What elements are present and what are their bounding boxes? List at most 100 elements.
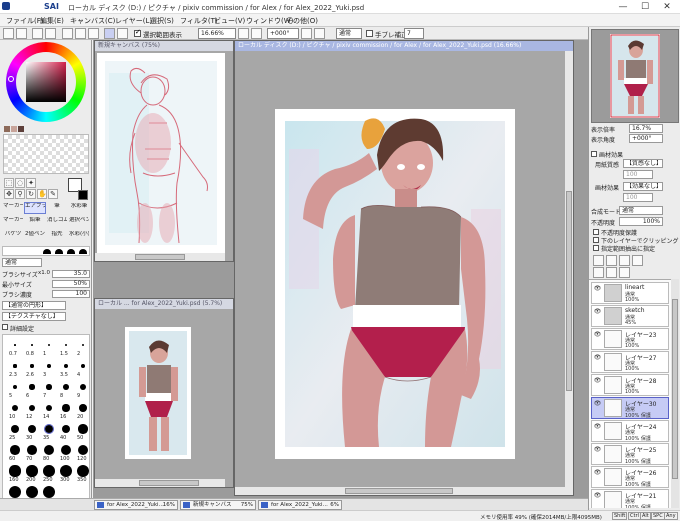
brush-size-dot[interactable] [45,404,53,412]
brush-size-dot[interactable] [80,363,86,369]
reference-checkbox[interactable] [593,245,599,251]
brush-size-value[interactable]: 35.0 [52,270,90,278]
canvas-tab[interactable]: for Alex_2022_Yuki... 16% [94,500,178,510]
zoom-out-icon[interactable] [238,28,249,39]
selection-display-checkbox[interactable] [134,28,141,37]
visibility-eye-icon[interactable]: 👁 [593,331,602,339]
min-size-value[interactable]: 50% [52,280,90,288]
move-tool-icon[interactable]: ✥ [4,189,14,199]
h-scroll-thumb[interactable] [345,488,453,494]
visibility-eye-icon[interactable]: 👁 [593,423,602,431]
brush-size-dot[interactable] [26,465,38,477]
brush-size-dot[interactable] [31,344,33,346]
eyedropper-icon[interactable]: ✎ [48,189,58,199]
zoom-tool-icon[interactable]: ⚲ [15,189,25,199]
tool-watercolor-small[interactable]: 水彩(小) [68,230,90,242]
visibility-eye-icon[interactable]: 👁 [593,285,602,293]
tool-binary-pen[interactable]: 2値ペン [24,230,46,242]
canvas-paper[interactable] [97,53,225,253]
brush-size-dot[interactable] [60,465,72,477]
brush-texture-select[interactable]: 【テクスチャなし】 [2,312,66,321]
detail-settings-toggle[interactable] [2,324,8,330]
lasso-icon[interactable]: ◌ [15,178,25,188]
brush-size-dot[interactable] [13,364,17,368]
brush-size-dot[interactable] [27,445,37,455]
brush-size-dot[interactable] [46,384,52,390]
brush-size-dot[interactable] [63,384,69,390]
paper-texture-select[interactable]: 【質感なし】 [623,159,663,168]
brush-size-dot[interactable] [9,486,21,498]
min-size-row[interactable]: 最小サイズ 50% [2,280,90,289]
layer-row[interactable]: 👁 レイヤー26 通常 100% 保護 [591,466,669,488]
brush-size-dot[interactable] [61,424,71,434]
brush-mode-select[interactable]: 通常 [2,258,42,267]
visibility-eye-icon[interactable]: 👁 [593,400,602,408]
paper-effect-strength[interactable]: 100 [623,193,653,202]
new-linework-layer-icon[interactable] [606,255,617,266]
opacity-protect-checkbox[interactable] [593,229,599,235]
swatch[interactable] [18,126,24,132]
h-scroll-thumb[interactable] [139,480,199,486]
brush-size-dot[interactable] [27,424,37,434]
blend-mode-select[interactable]: 通常 [336,28,362,39]
canvas-window-new[interactable]: 新規キャンバス (75%) [94,40,234,262]
rotate-left-icon[interactable] [301,28,312,39]
layer-row[interactable]: 👁 レイヤー25 通常 100% 保護 [591,443,669,465]
brush-size-dot[interactable] [11,425,19,433]
brush-size-dot[interactable] [47,343,51,347]
brush-size-dot[interactable] [11,404,19,412]
brush-size-dot[interactable] [43,486,55,498]
menu-layer[interactable]: レイヤー(L) [115,16,152,26]
close-button[interactable]: ✕ [656,0,678,14]
paper-texture-strength[interactable]: 100 [623,170,653,179]
tool-watercolor[interactable]: 水彩筆 [68,202,90,214]
canvas-tab[interactable]: for Alex_2022_Yuki... 6% [258,500,342,510]
brush-size-mult[interactable]: x1.0 [38,270,50,276]
brush-size-dot[interactable] [64,343,68,347]
menu-filter[interactable]: フィルタ(T) [180,16,218,26]
layer-scroll-thumb[interactable] [672,299,678,479]
h-scroll-thumb[interactable] [135,254,185,260]
visibility-eye-icon[interactable]: 👁 [593,308,602,316]
brush-size-row[interactable]: ブラシサイズ x1.0 35.0 [2,270,90,279]
canvas-window-title[interactable]: ローカル ... for Alex_2022_Yuki.psd (5.7%) [95,299,233,309]
layer-row[interactable]: 👁 レイヤー27 通常 100% [591,351,669,373]
tool-eraser[interactable]: 消しゴム [46,216,68,228]
navigator[interactable] [591,29,679,123]
brush-size-dot[interactable] [30,364,34,368]
stabilizer-select[interactable]: 7 [404,28,424,39]
minimize-button[interactable]: — [612,0,634,14]
hand-icon[interactable] [117,28,128,39]
menu-select[interactable]: 選択(S) [150,16,174,26]
h-scrollbar[interactable] [235,487,565,495]
redo-icon[interactable] [16,28,27,39]
scratch-pad[interactable] [3,134,89,174]
delete-layer-icon[interactable] [632,255,643,266]
v-scroll-thumb[interactable] [566,191,572,391]
menu-file[interactable]: ファイル(F) [6,16,44,26]
magic-wand-icon[interactable]: ✦ [26,178,36,188]
new-layer-icon[interactable] [593,255,604,266]
nav-angle-field[interactable]: +000° [629,134,663,143]
sub-color-swatch[interactable] [78,190,88,200]
canvas-paper[interactable] [275,109,515,459]
brush-size-dot[interactable] [12,384,18,390]
tool-select-pen[interactable]: 選択ペン [68,216,90,228]
brush-size-dot[interactable] [62,404,70,412]
brush-size-dot[interactable] [43,423,55,435]
nav-zoom-field[interactable]: 16.7% [629,124,663,133]
move-icon[interactable] [62,28,73,39]
rotate-icon[interactable] [88,28,99,39]
brush-size-dot[interactable] [9,465,21,477]
layer-row[interactable]: 👁 sketch 通常 45% [591,305,669,327]
zoom-icon[interactable] [75,28,86,39]
brush-size-dot[interactable] [80,384,86,390]
hue-handle[interactable] [8,76,14,82]
zoom-in-icon[interactable] [251,28,262,39]
brush-tip-select[interactable]: 【通常の円形】 [2,301,66,310]
canvas-paper[interactable] [125,327,191,459]
tool-bucket[interactable]: バケツ [2,230,24,242]
color-wheel[interactable] [6,42,86,122]
layer-row[interactable]: 👁 レイヤー24 通常 100% 保護 [591,420,669,442]
tool-marker-2[interactable]: マーカー [2,216,24,228]
